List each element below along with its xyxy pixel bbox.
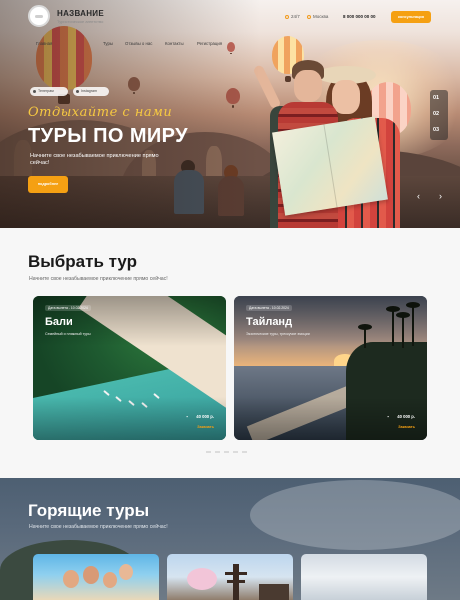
tour-price: 40 000 р.	[196, 414, 214, 419]
hot-tours-subtitle: Начните свое незабываемое приключение пр…	[29, 524, 168, 530]
woman-face	[332, 80, 360, 114]
wallet-icon: ▪	[186, 414, 189, 419]
carousel-dot[interactable]	[233, 451, 238, 453]
working-hours-text: 24/7	[291, 14, 300, 19]
wallet-icon: ▪	[387, 414, 390, 419]
family-face	[63, 570, 79, 588]
consultation-button[interactable]: консультация	[391, 11, 431, 23]
tour-card-thailand[interactable]: Дата вылета - 10.02.2024 Тайланд Экзотич…	[234, 296, 427, 440]
location-pin-icon	[307, 14, 311, 19]
city-text: Москва	[313, 14, 329, 19]
choose-tour-subtitle: Начните свое незабываемое приключение пр…	[29, 276, 168, 282]
hot-tour-card[interactable]	[167, 554, 293, 600]
house	[259, 584, 289, 600]
brand-name[interactable]: НАЗВАНИЕ	[57, 9, 104, 18]
slide-number-3[interactable]: 03	[433, 127, 439, 133]
hot-tour-card[interactable]	[301, 554, 427, 600]
clock-icon	[285, 14, 289, 19]
hot-tour-card[interactable]	[33, 554, 159, 600]
tour-name: Бали	[45, 316, 73, 328]
hot-tours-title: Горящие туры	[28, 501, 150, 520]
telegram-link[interactable]: Телеграм	[30, 87, 68, 96]
carousel-dot[interactable]	[215, 451, 220, 453]
chevron-right-icon[interactable]: ›	[439, 191, 442, 201]
pagoda-roof	[225, 572, 247, 575]
slide-number-1[interactable]: 01	[433, 95, 439, 101]
carousel-dots	[206, 451, 247, 453]
tour-price: 40 000 р.	[397, 414, 415, 419]
city: Москва	[307, 14, 328, 19]
slide-number-2[interactable]: 02	[433, 111, 439, 117]
hero-script-heading: Отдыхайте с нами	[28, 105, 173, 120]
nav-item-tours[interactable]: Туры	[103, 41, 113, 46]
cherry-blossom	[187, 568, 217, 590]
tour-card-bali[interactable]: Дата вылета - 10.02.2024 Бали Семейный и…	[33, 296, 226, 440]
man-face	[294, 70, 322, 102]
tour-name: Тайланд	[246, 316, 293, 328]
paper-map	[272, 116, 388, 216]
nav-item-home[interactable]: Главная	[36, 41, 52, 46]
carousel-dot[interactable]	[206, 451, 211, 453]
hero-title: ТУРЫ ПО МИРУ	[28, 125, 188, 147]
choose-tour-title: Выбрать тур	[28, 252, 137, 271]
instagram-link[interactable]: Instagram	[73, 87, 109, 96]
family-face	[83, 566, 99, 584]
nav-item-contacts[interactable]: Контакты	[165, 41, 184, 46]
nav-item-register[interactable]: Регистрация	[197, 41, 222, 46]
working-hours: 24/7	[285, 14, 300, 19]
order-link[interactable]: Заказать	[398, 425, 415, 429]
hero-details-button[interactable]: подробнее	[28, 176, 68, 193]
telegram-label: Телеграм	[38, 89, 54, 93]
chevron-left-icon[interactable]: ‹	[417, 191, 420, 201]
logo-icon[interactable]	[28, 5, 50, 27]
tour-description: Экзотические туры, трескучие эмоции	[246, 332, 310, 336]
tour-description: Семейный и пляжный туры	[45, 332, 91, 336]
brand-tagline: Туристическое агентство	[57, 19, 104, 24]
departure-date: Дата вылета - 10.02.2024	[246, 305, 292, 311]
hero-subtitle: Начните свое незабываемое приключение пр…	[30, 153, 159, 166]
departure-date: Дата вылета - 10.02.2024	[45, 305, 91, 311]
cloud	[250, 480, 460, 550]
pagoda-roof	[227, 580, 245, 583]
order-link[interactable]: Заказать	[197, 425, 214, 429]
carousel-dot[interactable]	[242, 451, 247, 453]
family-face	[119, 564, 133, 580]
family-face	[103, 572, 117, 588]
nav-item-reviews[interactable]: Отзывы о нас	[125, 41, 152, 46]
instagram-label: Instagram	[81, 89, 97, 93]
phone-number[interactable]: 8 000 000 00 00	[343, 14, 376, 19]
carousel-dot[interactable]	[224, 451, 229, 453]
